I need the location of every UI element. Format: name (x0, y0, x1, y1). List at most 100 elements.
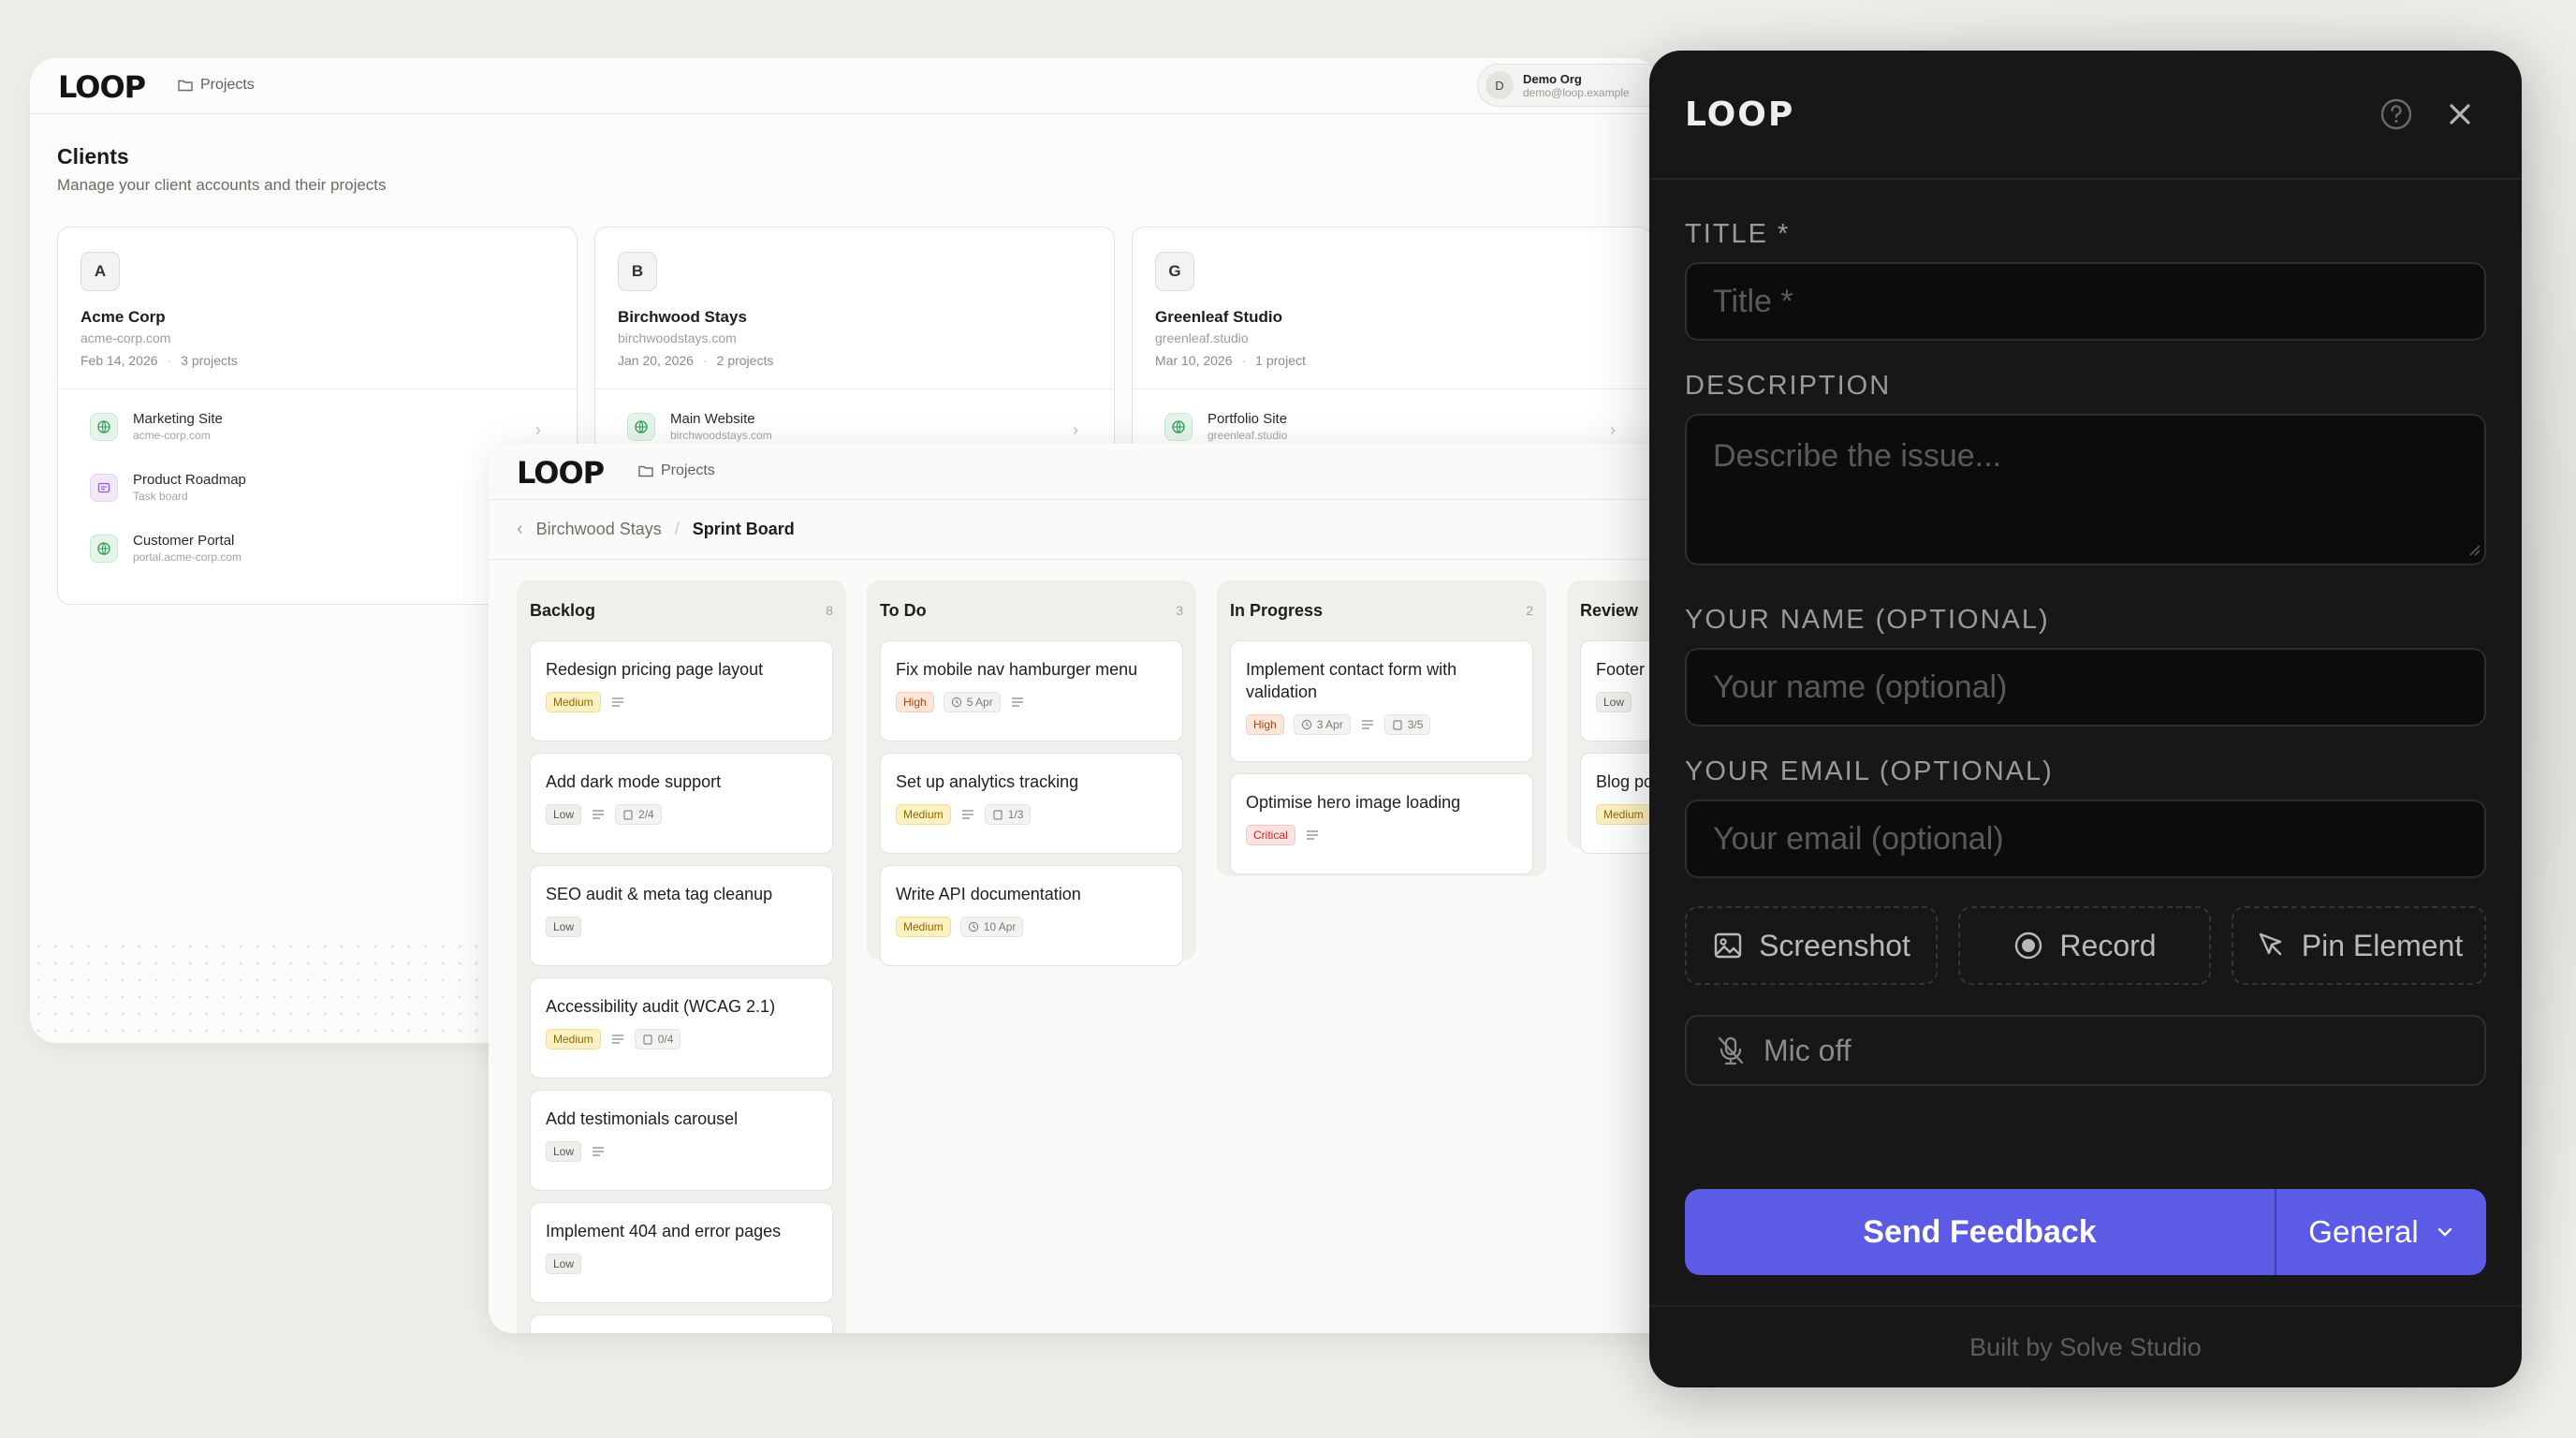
breadcrumb-current: Sprint Board (692, 520, 795, 538)
column-title: Review (1580, 600, 1639, 620)
task-card[interactable] (530, 1314, 833, 1333)
panel-header: LOOP (1649, 51, 2522, 180)
loop-logo[interactable]: LOOP (58, 69, 146, 105)
feedback-type-dropdown[interactable]: General (2276, 1189, 2486, 1275)
task-title: Implement contact form with validation (1246, 660, 1457, 701)
nav-projects-link[interactable]: Projects (638, 462, 715, 479)
mic-toggle[interactable]: Mic off (1685, 1015, 2486, 1086)
dot-pattern (30, 938, 554, 1043)
priority-badge: High (1246, 714, 1284, 735)
globe-icon (90, 534, 118, 563)
description-icon (1361, 720, 1373, 729)
user-menu[interactable]: D Demo Org demo@loop.example (1477, 64, 1659, 107)
clipboard-icon (623, 810, 633, 820)
client-domain: birchwoodstays.com (618, 330, 737, 345)
user-org: Demo Org (1523, 71, 1582, 86)
nav-projects-label: Projects (661, 462, 715, 478)
column-todo: To Do 3 Fix mobile nav hamburger menu Hig… (867, 580, 1196, 966)
project-name: Portfolio Site (1208, 411, 1288, 427)
client-avatar: G (1155, 252, 1194, 291)
pin-element-button[interactable]: Pin Element (2232, 906, 2486, 985)
task-title: Redesign pricing page layout (546, 660, 764, 679)
due-date: 10 Apr (959, 917, 1024, 937)
close-icon[interactable] (2445, 99, 2475, 129)
description-icon (593, 810, 605, 819)
resize-handle-icon[interactable] (2467, 543, 2481, 556)
send-feedback-button[interactable]: Send Feedback (1685, 1189, 2276, 1275)
description-label: DESCRIPTION (1685, 371, 1892, 401)
client-avatar: B (618, 252, 657, 291)
column-backlog: Backlog 8 Redesign pricing page layout Me… (517, 580, 846, 1333)
subtask-count: 0/4 (634, 1029, 681, 1049)
name-input[interactable] (1685, 648, 2486, 726)
priority-badge: Medium (896, 917, 951, 937)
project-item[interactable]: Product Roadmap Task board (90, 472, 246, 503)
screenshot-label: Screenshot (1759, 928, 1910, 962)
loop-logo[interactable]: LOOP (517, 455, 605, 491)
nav-projects-link[interactable]: Projects (178, 77, 255, 94)
project-sub: birchwoodstays.com (670, 429, 772, 442)
task-title: SEO audit & meta tag cleanup (546, 885, 773, 903)
footer-credit[interactable]: Built by Solve Studio (1969, 1333, 2202, 1362)
priority-badge: High (896, 692, 934, 712)
project-sub: portal.acme-corp.com (133, 550, 242, 564)
cursor-pointer-icon (2259, 932, 2281, 956)
task-title: Set up analytics tracking (896, 772, 1079, 791)
description-icon (611, 697, 623, 707)
project-item[interactable]: Customer Portal portal.acme-corp.com (90, 533, 242, 564)
task-card[interactable]: Set up analytics tracking Medium 1/3 (880, 753, 1183, 854)
task-card[interactable]: SEO audit & meta tag cleanup Low (530, 865, 833, 966)
priority-badge: Medium (896, 804, 951, 825)
client-name: Acme Corp (80, 308, 166, 326)
task-title: Implement 404 and error pages (546, 1222, 782, 1240)
subtask-count: 1/3 (984, 804, 1032, 825)
task-card[interactable]: Fix mobile nav hamburger menu High 5 Apr (880, 640, 1183, 741)
task-title: Fix mobile nav hamburger menu (896, 660, 1138, 679)
project-item[interactable]: Portfolio Site greenleaf.studio (1164, 411, 1287, 442)
task-card[interactable]: Add dark mode support Low 2/4 (530, 753, 833, 854)
mic-label: Mic off (1764, 1033, 1852, 1067)
name-label: YOUR NAME (OPTIONAL) (1685, 605, 2050, 635)
subtask-count: 3/5 (1383, 714, 1431, 735)
due-date: 5 Apr (943, 692, 1001, 712)
record-button[interactable]: Record (1958, 906, 2211, 985)
mic-off-icon (1718, 1036, 1744, 1065)
priority-badge: Medium (546, 692, 601, 712)
title-input[interactable] (1685, 262, 2486, 341)
image-icon (1714, 932, 1742, 959)
column-count: 8 (826, 603, 833, 618)
page-subtitle: Manage your client accounts and their pr… (57, 176, 387, 194)
task-title: Optimise hero image loading (1246, 793, 1461, 812)
task-card[interactable]: Implement 404 and error pages Low (530, 1202, 833, 1303)
priority-badge: Critical (1246, 825, 1295, 845)
project-item[interactable]: Main Website birchwoodstays.com (627, 411, 772, 442)
screenshot-button[interactable]: Screenshot (1685, 906, 1938, 985)
description-icon (611, 1034, 623, 1044)
column-title: In Progress (1230, 600, 1324, 620)
task-card[interactable]: Implement contact form with validation H… (1230, 640, 1533, 762)
chevron-right-icon: › (1610, 420, 1616, 439)
breadcrumb-parent[interactable]: Birchwood Stays (536, 520, 662, 539)
task-card[interactable]: Add testimonials carousel Low (530, 1090, 833, 1191)
title-label: TITLE * (1685, 219, 1791, 249)
description-icon (1306, 830, 1318, 840)
email-input[interactable] (1685, 800, 2486, 878)
client-name: Greenleaf Studio (1155, 308, 1283, 326)
task-card[interactable]: Accessibility audit (WCAG 2.1) Medium 0/… (530, 977, 833, 1078)
project-item[interactable]: Marketing Site acme-corp.com (90, 411, 223, 442)
column-in-progress: In Progress 2 Implement contact form with… (1217, 580, 1546, 876)
task-card[interactable]: Redesign pricing page layout Medium (530, 640, 833, 741)
priority-badge: Low (546, 1141, 582, 1162)
chevron-right-icon: › (535, 420, 541, 439)
description-textarea[interactable] (1685, 414, 2486, 565)
task-card[interactable]: Optimise hero image loading Critical (1230, 773, 1533, 874)
help-icon[interactable] (2379, 97, 2413, 131)
task-card[interactable]: Write API documentation Medium 10 Apr (880, 865, 1183, 966)
folder-icon (638, 464, 653, 477)
back-chevron-icon[interactable]: ‹ (517, 519, 523, 540)
client-domain: acme-corp.com (80, 330, 171, 345)
task-title: Add dark mode support (546, 772, 722, 791)
project-sub: greenleaf.studio (1208, 429, 1288, 442)
column-count: 2 (1526, 603, 1533, 618)
nav-projects-label: Projects (200, 77, 255, 93)
